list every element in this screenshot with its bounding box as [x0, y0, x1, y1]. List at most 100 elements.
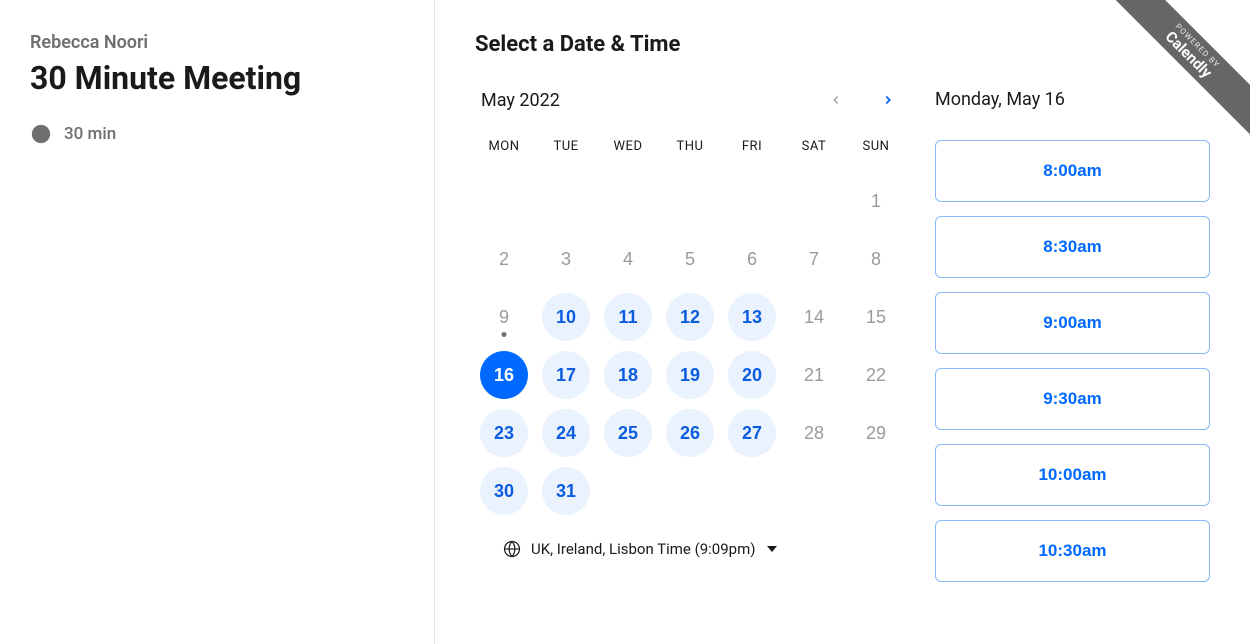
event-details-panel: Rebecca Noori 30 Minute Meeting 30 min	[0, 0, 435, 644]
timeslot-button[interactable]: 9:00am	[935, 292, 1210, 354]
calendar-day-22: 22	[852, 351, 900, 399]
select-date-time-title: Select a Date & Time	[475, 32, 1210, 57]
month-label: May 2022	[481, 90, 560, 111]
calendar-day-9: 9	[480, 293, 528, 341]
calendar-day-cell: 31	[537, 462, 595, 520]
calendar-day-cell: 9	[475, 288, 533, 346]
calendar-day-cell: 13	[723, 288, 781, 346]
clock-icon	[30, 123, 52, 145]
calendar-day-cell: 14	[785, 288, 843, 346]
calendar-day-5: 5	[666, 235, 714, 283]
calendar-day-cell: 29	[847, 404, 905, 462]
calendar-day-cell	[661, 172, 719, 230]
calendar-day-11[interactable]: 11	[604, 293, 652, 341]
calendar-day-29: 29	[852, 409, 900, 457]
calendar-day-31[interactable]: 31	[542, 467, 590, 515]
calendar-day-17[interactable]: 17	[542, 351, 590, 399]
calendar-day-27[interactable]: 27	[728, 409, 776, 457]
calendar-day-cell: 5	[661, 230, 719, 288]
calendar-day-cell: 11	[599, 288, 657, 346]
calendar-day-14: 14	[790, 293, 838, 341]
calendar-day-cell	[599, 172, 657, 230]
calendar-day-cell	[475, 172, 533, 230]
next-month-button[interactable]	[877, 89, 899, 111]
calendar-day-20[interactable]: 20	[728, 351, 776, 399]
weekday-label: TUE	[537, 139, 595, 172]
host-name: Rebecca Noori	[30, 32, 404, 53]
scheduler-panel: Select a Date & Time May 2022 MONTUEWEDT…	[435, 0, 1250, 644]
timezone-label: UK, Ireland, Lisbon Time (9:09pm)	[531, 540, 755, 558]
calendar-day-13[interactable]: 13	[728, 293, 776, 341]
calendar-day-cell: 16	[475, 346, 533, 404]
calendar-day-16[interactable]: 16	[480, 351, 528, 399]
calendar-day-1: 1	[852, 177, 900, 225]
weekday-label: SUN	[847, 139, 905, 172]
calendar-day-24[interactable]: 24	[542, 409, 590, 457]
calendar-day-cell	[661, 462, 719, 520]
calendar-week-row: 1	[475, 172, 905, 230]
selected-date-label: Monday, May 16	[935, 89, 1210, 110]
calendar-grid: 1234567891011121314151617181920212223242…	[475, 172, 905, 520]
calendar-day-28: 28	[790, 409, 838, 457]
calendar-day-cell	[785, 172, 843, 230]
calendar-day-21: 21	[790, 351, 838, 399]
caret-down-icon	[767, 546, 777, 552]
calendar-day-cell: 6	[723, 230, 781, 288]
weekday-label: WED	[599, 139, 657, 172]
calendar-day-23[interactable]: 23	[480, 409, 528, 457]
calendar-day-cell: 24	[537, 404, 595, 462]
duration-label: 30 min	[64, 124, 116, 144]
timezone-selector[interactable]: UK, Ireland, Lisbon Time (9:09pm)	[475, 540, 905, 558]
timeslot-button[interactable]: 8:00am	[935, 140, 1210, 202]
calendar-day-cell: 1	[847, 172, 905, 230]
calendar-day-cell: 2	[475, 230, 533, 288]
calendar-week-row: 16 17 18 19 20 21 22	[475, 346, 905, 404]
calendar-day-26[interactable]: 26	[666, 409, 714, 457]
meeting-title: 30 Minute Meeting	[30, 59, 404, 97]
globe-icon	[503, 540, 521, 558]
calendar-day-cell: 21	[785, 346, 843, 404]
calendar-week-row: 9 10 11 12 13 1415	[475, 288, 905, 346]
weekday-header-row: MONTUEWEDTHUFRISATSUN	[475, 139, 905, 172]
calendar-day-cell	[847, 462, 905, 520]
calendar-day-cell: 22	[847, 346, 905, 404]
calendar-day-19[interactable]: 19	[666, 351, 714, 399]
calendar-day-12[interactable]: 12	[666, 293, 714, 341]
calendar-day-30[interactable]: 30	[480, 467, 528, 515]
calendar-day-cell: 7	[785, 230, 843, 288]
calendar-day-cell: 12	[661, 288, 719, 346]
calendar-day-cell: 18	[599, 346, 657, 404]
calendar-day-3: 3	[542, 235, 590, 283]
calendar-day-cell: 25	[599, 404, 657, 462]
calendar-day-cell	[785, 462, 843, 520]
calendar-day-cell: 15	[847, 288, 905, 346]
timeslot-button[interactable]: 10:30am	[935, 520, 1210, 582]
weekday-label: MON	[475, 139, 533, 172]
today-indicator-dot	[502, 332, 507, 337]
calendar-day-cell: 8	[847, 230, 905, 288]
timeslot-button[interactable]: 9:30am	[935, 368, 1210, 430]
calendar-day-6: 6	[728, 235, 776, 283]
calendar-day-cell: 20	[723, 346, 781, 404]
calendar-day-cell: 17	[537, 346, 595, 404]
calendar-day-cell	[723, 172, 781, 230]
calendar-day-cell: 10	[537, 288, 595, 346]
timeslot-button[interactable]: 8:30am	[935, 216, 1210, 278]
calendar-day-cell	[723, 462, 781, 520]
timeslots-list: 8:00am 8:30am 9:00am 9:30am 10:00am 10:30am	[935, 140, 1210, 582]
calendar-day-25[interactable]: 25	[604, 409, 652, 457]
weekday-label: THU	[661, 139, 719, 172]
calendar-day-18[interactable]: 18	[604, 351, 652, 399]
timeslots-column: Monday, May 16 8:00am 8:30am 9:00am 9:30am 1…	[935, 89, 1210, 634]
calendar-day-10[interactable]: 10	[542, 293, 590, 341]
calendar-week-row: 30 31	[475, 462, 905, 520]
duration-row: 30 min	[30, 123, 404, 145]
calendar-column: May 2022 MONTUEWEDTHUFRISATSUN 123456789…	[475, 89, 905, 634]
prev-month-button[interactable]	[825, 89, 847, 111]
calendar-day-cell: 4	[599, 230, 657, 288]
chevron-left-icon	[829, 93, 843, 107]
calendar-day-cell	[599, 462, 657, 520]
chevron-right-icon	[881, 93, 895, 107]
timeslot-button[interactable]: 10:00am	[935, 444, 1210, 506]
calendar-day-8: 8	[852, 235, 900, 283]
